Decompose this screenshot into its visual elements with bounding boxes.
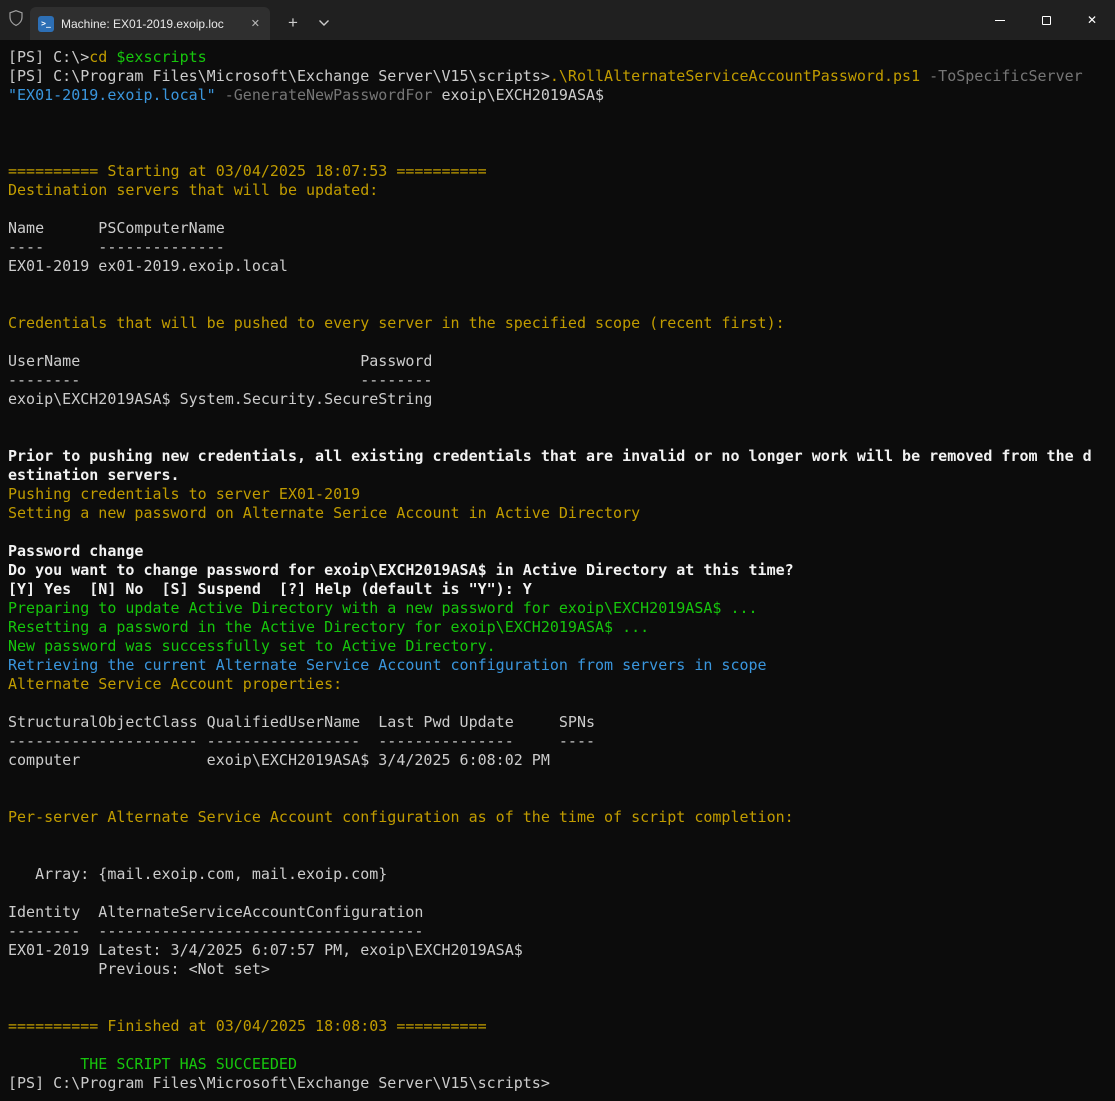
terminal-line: StructuralObjectClass QualifiedUserName …	[8, 713, 1115, 732]
terminal-line: Do you want to change password for exoip…	[8, 561, 1115, 580]
terminal-line	[8, 998, 1115, 1017]
terminal-line	[8, 295, 1115, 314]
terminal-line: Resetting a password in the Active Direc…	[8, 618, 1115, 637]
terminal-line: THE SCRIPT HAS SUCCEEDED	[8, 1055, 1115, 1074]
terminal-line	[8, 409, 1115, 428]
title-bar[interactable]: >_ Machine: EX01-2019.exoip.loc ✕ + ✕	[0, 0, 1115, 40]
terminal-line	[8, 124, 1115, 143]
terminal-line: Retrieving the current Alternate Service…	[8, 656, 1115, 675]
terminal-line: ========== Starting at 03/04/2025 18:07:…	[8, 162, 1115, 181]
terminal-line: ========== Finished at 03/04/2025 18:08:…	[8, 1017, 1115, 1036]
terminal-line: Prior to pushing new credentials, all ex…	[8, 447, 1115, 466]
terminal-line	[8, 789, 1115, 808]
terminal-line	[8, 694, 1115, 713]
tab-title: Machine: EX01-2019.exoip.loc	[61, 17, 242, 31]
terminal-line: Array: {mail.exoip.com, mail.exoip.com}	[8, 865, 1115, 884]
terminal-line	[8, 200, 1115, 219]
terminal-line: [PS] C:\Program Files\Microsoft\Exchange…	[8, 1074, 1115, 1093]
tab-machine[interactable]: >_ Machine: EX01-2019.exoip.loc ✕	[30, 7, 270, 40]
terminal-line: UserName Password	[8, 352, 1115, 371]
terminal-line	[8, 428, 1115, 447]
terminal-line	[8, 276, 1115, 295]
terminal-line: "EX01-2019.exoip.local" -GenerateNewPass…	[8, 86, 1115, 105]
maximize-button[interactable]	[1023, 0, 1069, 40]
terminal-screen[interactable]: [PS] C:\>cd $exscripts[PS] C:\Program Fi…	[0, 40, 1115, 1101]
terminal-line	[8, 979, 1115, 998]
terminal-window: >_ Machine: EX01-2019.exoip.loc ✕ + ✕ [P…	[0, 0, 1115, 1101]
terminal-line: Name PSComputerName	[8, 219, 1115, 238]
terminal-line	[8, 770, 1115, 789]
minimize-button[interactable]	[977, 0, 1023, 40]
terminal-line: Pushing credentials to server EX01-2019	[8, 485, 1115, 504]
terminal-line: ---- --------------	[8, 238, 1115, 257]
terminal-line: -------- -------------------------------…	[8, 922, 1115, 941]
terminal-line: --------------------- ----------------- …	[8, 732, 1115, 751]
terminal-line: exoip\EXCH2019ASA$ System.Security.Secur…	[8, 390, 1115, 409]
terminal-line	[8, 1036, 1115, 1055]
admin-shield-icon	[8, 9, 24, 27]
terminal-line: [PS] C:\Program Files\Microsoft\Exchange…	[8, 67, 1115, 86]
terminal-line: computer exoip\EXCH2019ASA$ 3/4/2025 6:0…	[8, 751, 1115, 770]
terminal-line	[8, 523, 1115, 542]
terminal-line: EX01-2019 Latest: 3/4/2025 6:07:57 PM, e…	[8, 941, 1115, 960]
window-controls: ✕	[977, 0, 1115, 40]
terminal-line: Identity AlternateServiceAccountConfigur…	[8, 903, 1115, 922]
terminal-line: Password change	[8, 542, 1115, 561]
tab-dropdown-button[interactable]	[309, 8, 339, 38]
terminal-line: Previous: <Not set>	[8, 960, 1115, 979]
chevron-down-icon	[318, 19, 330, 27]
terminal-line	[8, 884, 1115, 903]
terminal-line: Preparing to update Active Directory wit…	[8, 599, 1115, 618]
terminal-line	[8, 827, 1115, 846]
terminal-line: -------- --------	[8, 371, 1115, 390]
maximize-icon	[1042, 16, 1051, 25]
terminal-line: Alternate Service Account properties:	[8, 675, 1115, 694]
terminal-line: [PS] C:\>cd $exscripts	[8, 48, 1115, 67]
terminal-line: EX01-2019 ex01-2019.exoip.local	[8, 257, 1115, 276]
terminal-line: Destination servers that will be updated…	[8, 181, 1115, 200]
minimize-icon	[995, 20, 1005, 21]
terminal-line: [Y] Yes [N] No [S] Suspend [?] Help (def…	[8, 580, 1115, 599]
close-button[interactable]: ✕	[1069, 0, 1115, 40]
terminal-line	[8, 333, 1115, 352]
terminal-line: New password was successfully set to Act…	[8, 637, 1115, 656]
terminal-line	[8, 143, 1115, 162]
terminal-line	[8, 105, 1115, 124]
powershell-icon: >_	[38, 16, 54, 32]
terminal-line: Per-server Alternate Service Account con…	[8, 808, 1115, 827]
terminal-line	[8, 846, 1115, 865]
tab-close-icon[interactable]: ✕	[249, 17, 262, 30]
terminal-line: Setting a new password on Alternate Seri…	[8, 504, 1115, 523]
new-tab-button[interactable]: +	[278, 8, 308, 38]
close-icon: ✕	[1087, 14, 1097, 26]
terminal-line: Credentials that will be pushed to every…	[8, 314, 1115, 333]
terminal-line: estination servers.	[8, 466, 1115, 485]
